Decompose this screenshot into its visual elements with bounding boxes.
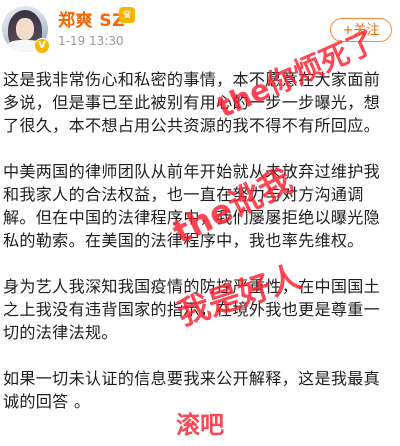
post-line: 解。但在中国的法律程序中，我们屡屡拒绝以曝光隐 [3,208,381,227]
post-line: 私的勒索。在美国的法律程序中，我也率先维权。 [3,231,364,250]
post-line: 多说，但是事已至此被别有用心的一步一步曝光，想 [3,93,381,112]
post-line: 了很久，本不想占用公共资源的我不得不有所回应。 [3,116,381,135]
post-body: 这是我非常伤心和私密的事情，本不愿意在大家面前 多说，但是事已至此被别有用心的一… [3,68,397,413]
post-line: 这是我非常伤心和私密的事情，本不愿意在大家面前 [3,70,381,89]
post-header: V 郑爽 SZ ♛ 1-19 13:30 +关注 [0,0,400,60]
author-name[interactable]: 郑爽 SZ [58,6,125,31]
avatar-face [16,18,34,40]
follow-button[interactable]: +关注 [330,18,392,42]
post-line: 和我家人的合法权益，也一直在努力与对方沟通调 [3,185,364,204]
vip-crown-icon[interactable]: ♛ [119,7,135,23]
post-timestamp: 1-19 13:30 [58,34,124,48]
post-line: 身为艺人我深知我国疫情的防控严重性，在中国国土 [3,277,381,296]
post-line: 之上我没有违背国家的指示，在境外我也更是尊重一 [3,300,381,319]
post-line: 切的法律法规。 [3,323,118,342]
post-line: 如果一切未认证的信息要我来公开解释，这是我最真 [3,369,381,388]
post-line: 诚的回答 。 [3,392,91,411]
verified-badge-icon: V [34,38,50,54]
post-line: 中美两国的律师团队从前年开始就从未放弃过维护我 [3,162,381,181]
